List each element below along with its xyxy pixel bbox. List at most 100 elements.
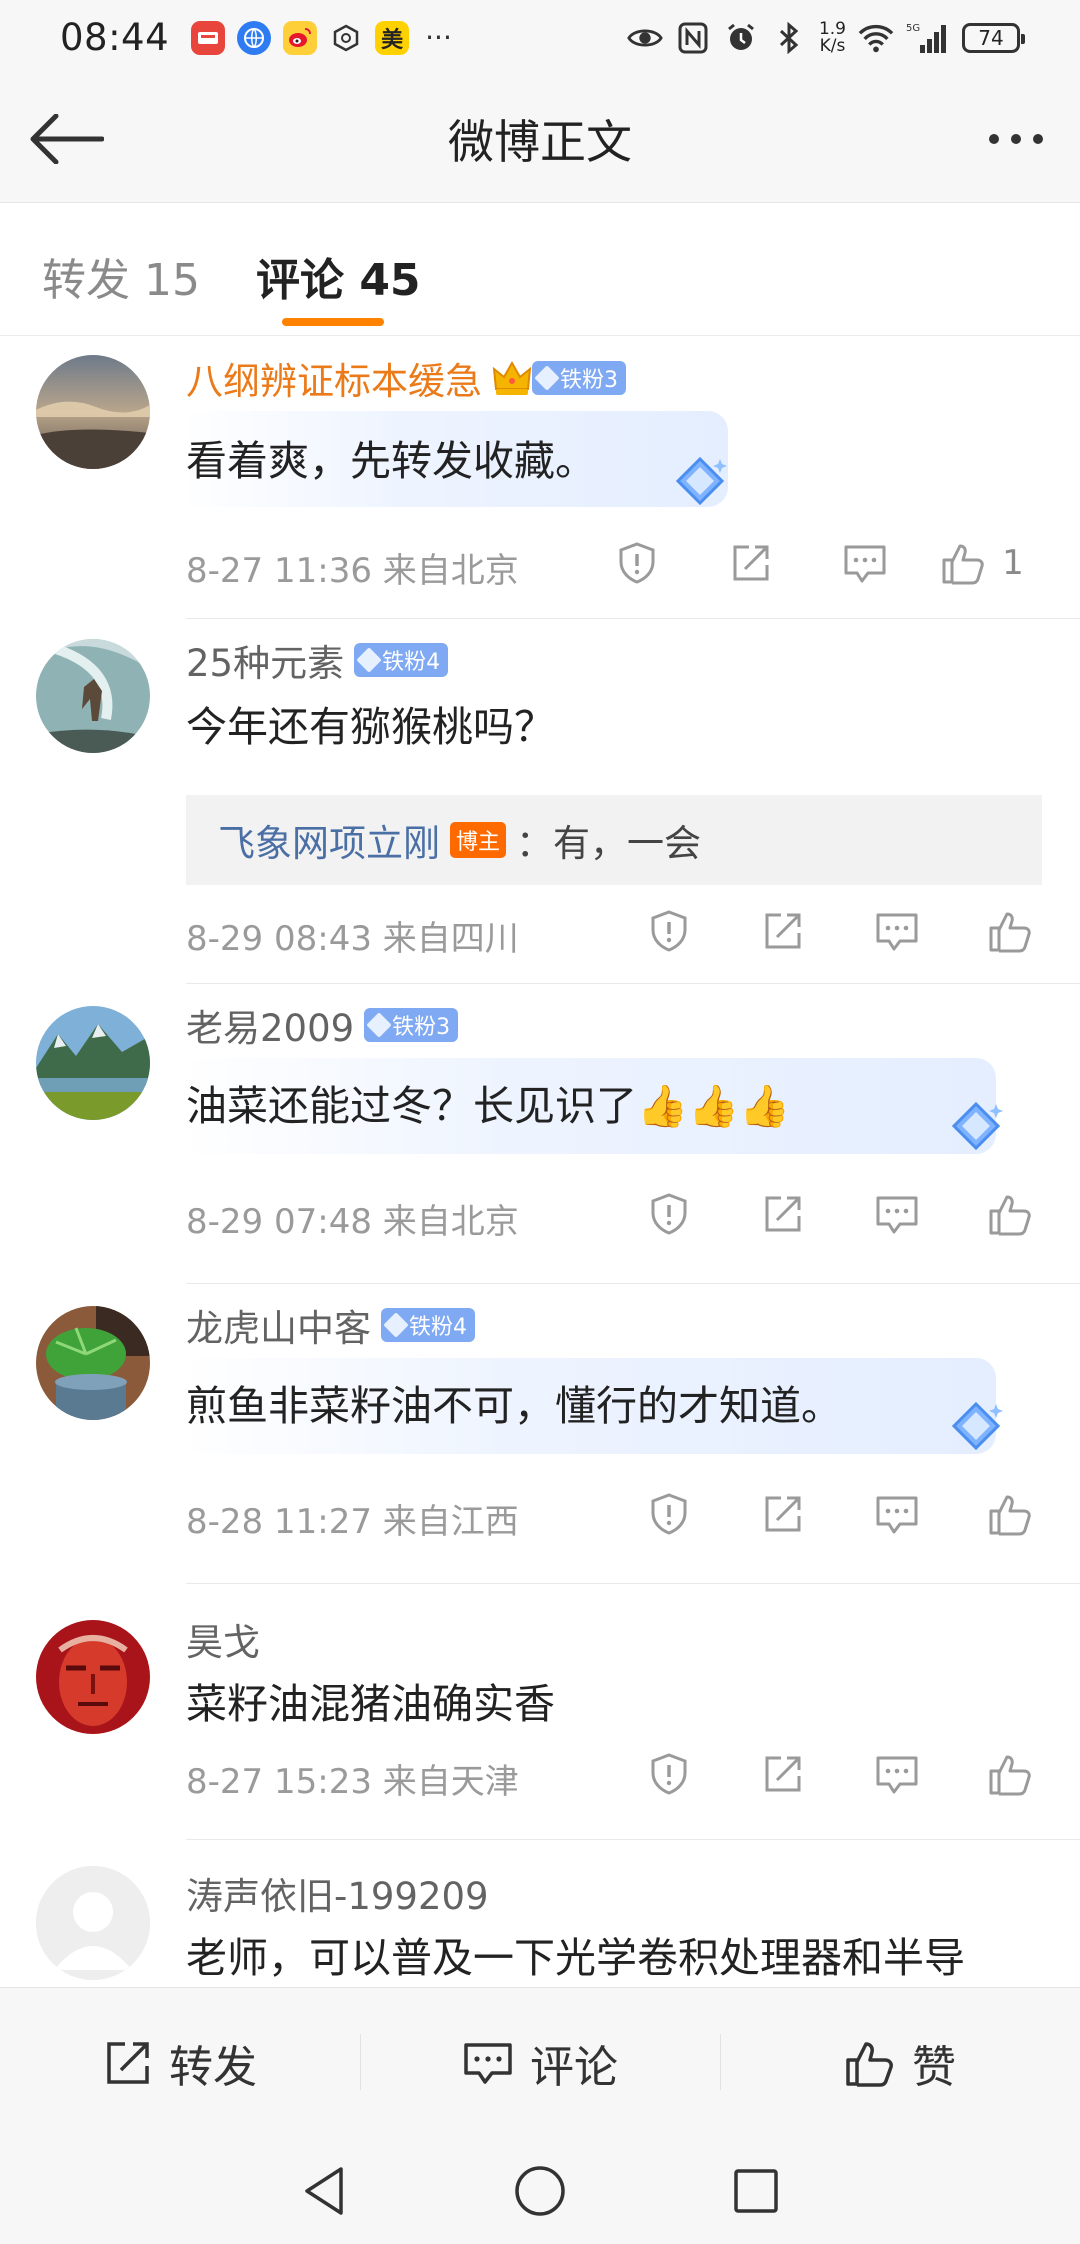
host-badge: 博主	[450, 822, 507, 858]
comment-author[interactable]: 八纲辨证标本缓急 铁粉3	[186, 351, 626, 405]
share-icon	[765, 1496, 801, 1532]
wifi-icon	[858, 20, 894, 56]
comment-item: 老易2009 铁粉3 油菜还能过冬？长见识了👍👍👍 8-29 07:48 来自北…	[0, 984, 1080, 1284]
reply-button[interactable]	[840, 901, 954, 961]
repost-button[interactable]: 转发	[0, 1988, 360, 2137]
share-button[interactable]	[694, 533, 808, 593]
comment-meta: 8-29 07:48 来自北京	[186, 1202, 519, 1242]
fan-badge: 铁粉4	[354, 643, 449, 677]
reply-author[interactable]: 飞象网项立刚	[218, 813, 440, 867]
diamond-icon	[383, 1312, 409, 1338]
comment-author[interactable]: 昊戈	[186, 1612, 260, 1666]
nav-back-icon[interactable]	[299, 2164, 349, 2218]
share-icon	[733, 545, 769, 581]
dot-icon	[989, 134, 999, 144]
avatar[interactable]	[36, 1620, 150, 1734]
diamond-icon	[951, 1401, 1003, 1451]
crown-icon	[492, 360, 532, 395]
report-icon	[619, 542, 655, 584]
avatar[interactable]	[36, 1866, 150, 1980]
comment-text: 老师，可以普及一下光学卷积处理器和半导	[186, 1934, 965, 1982]
comment-item: 涛声依旧-199209 老师，可以普及一下光学卷积处理器和半导	[0, 1840, 1080, 1987]
browser-icon	[237, 20, 272, 55]
comment-meta: 8-29 08:43 来自四川	[186, 919, 519, 959]
more-notifications-icon: ···	[425, 21, 452, 54]
share-icon	[765, 1756, 801, 1792]
eye-icon	[627, 20, 663, 56]
like-count: 1	[1002, 543, 1024, 583]
share-icon	[765, 1196, 801, 1232]
like-button[interactable]	[954, 1184, 1068, 1244]
thumbs-up-icon	[989, 1195, 1031, 1236]
comment-author[interactable]: 老易2009 铁粉3	[186, 998, 459, 1052]
like-button[interactable]	[954, 901, 1068, 961]
report-icon	[651, 1493, 687, 1535]
avatar[interactable]	[36, 1306, 150, 1420]
weibo-icon	[283, 20, 318, 55]
bluetooth-icon	[771, 20, 807, 56]
like-button[interactable]: 1	[922, 533, 1042, 593]
like-button[interactable]: 赞	[720, 1988, 1080, 2137]
report-icon	[651, 910, 687, 952]
thumbs-up-icon	[846, 2041, 893, 2087]
comment-text: 菜籽油混猪油确实香	[186, 1680, 555, 1728]
report-icon	[651, 1753, 687, 1795]
tab-comment[interactable]: 评论 45	[256, 244, 421, 308]
like-button[interactable]	[954, 1484, 1068, 1544]
share-button[interactable]	[726, 901, 840, 961]
share-button[interactable]	[726, 1184, 840, 1244]
report-button[interactable]	[612, 1184, 726, 1244]
network-speed: 1.9 K/s	[818, 18, 846, 56]
svg-text:5G: 5G	[906, 23, 920, 34]
comment-item: 龙虎山中客 铁粉4 煎鱼非菜籽油不可，懂行的才知道。 8-28 11:27 来自…	[0, 1284, 1080, 1584]
avatar[interactable]	[36, 1006, 150, 1120]
diamond-icon	[951, 1101, 1003, 1151]
nav-home-icon[interactable]	[513, 2164, 567, 2218]
comment-icon	[876, 1756, 918, 1794]
comment-item: 25种元素 铁粉4 今年还有猕猴桃吗？ 飞象网项立刚 博主 ：有，一会 8-29…	[0, 619, 1080, 984]
status-bar: 08:44 美 ··· 1.9 K/s 5G 74	[0, 0, 1080, 75]
tab-repost[interactable]: 转发 15	[42, 244, 200, 308]
thumbs-up-icon	[989, 1495, 1031, 1536]
comment-button[interactable]: 评论	[360, 1988, 720, 2137]
comment-meta: 8-27 15:23 来自天津	[186, 1762, 519, 1802]
more-options-button[interactable]	[976, 111, 1056, 167]
comment-icon	[876, 1496, 918, 1534]
dot-icon	[1011, 134, 1021, 144]
comment-author[interactable]: 涛声依旧-199209	[186, 1866, 489, 1920]
comment-list[interactable]: 八纲辨证标本缓急 铁粉3 看着爽，先转发收藏。 8-27 11:36 来自北京 …	[0, 337, 1080, 1987]
diamond-icon	[534, 365, 560, 391]
nfc-icon	[675, 20, 711, 56]
reply-button[interactable]	[840, 1744, 954, 1804]
back-button[interactable]	[26, 107, 106, 171]
fan-badge: 铁粉3	[364, 1008, 459, 1042]
comment-icon	[876, 913, 918, 951]
report-button[interactable]	[612, 1484, 726, 1544]
thumbs-up-icon	[989, 912, 1031, 953]
page-title: 微博正文	[448, 114, 632, 169]
comment-text: 看着爽，先转发收藏。	[186, 437, 596, 485]
reply-button[interactable]	[840, 1184, 954, 1244]
comment-author[interactable]: 龙虎山中客 铁粉4	[186, 1298, 475, 1352]
like-label: 赞	[912, 2041, 956, 2093]
share-button[interactable]	[726, 1484, 840, 1544]
comment-actions	[612, 1484, 1068, 1544]
reply-button[interactable]	[808, 533, 922, 593]
fan-badge: 铁粉4	[381, 1308, 475, 1342]
reply-preview[interactable]: 飞象网项立刚 博主 ：有，一会	[186, 795, 1042, 885]
top-app-bar: 微博正文	[0, 75, 1080, 203]
nav-recents-icon[interactable]	[731, 2166, 781, 2216]
reply-button[interactable]	[840, 1484, 954, 1544]
report-button[interactable]	[612, 901, 726, 961]
report-button[interactable]	[580, 533, 694, 593]
comment-author[interactable]: 25种元素 铁粉4	[186, 633, 449, 687]
share-button[interactable]	[726, 1744, 840, 1804]
avatar[interactable]	[36, 639, 150, 753]
repost-label: 转发	[169, 2041, 257, 2093]
report-button[interactable]	[612, 1744, 726, 1804]
cellular-signal-icon: 5G	[906, 20, 950, 56]
avatar[interactable]	[36, 355, 150, 469]
back-arrow-icon	[30, 114, 104, 164]
thumbs-up-icon	[942, 544, 984, 585]
like-button[interactable]	[954, 1744, 1068, 1804]
